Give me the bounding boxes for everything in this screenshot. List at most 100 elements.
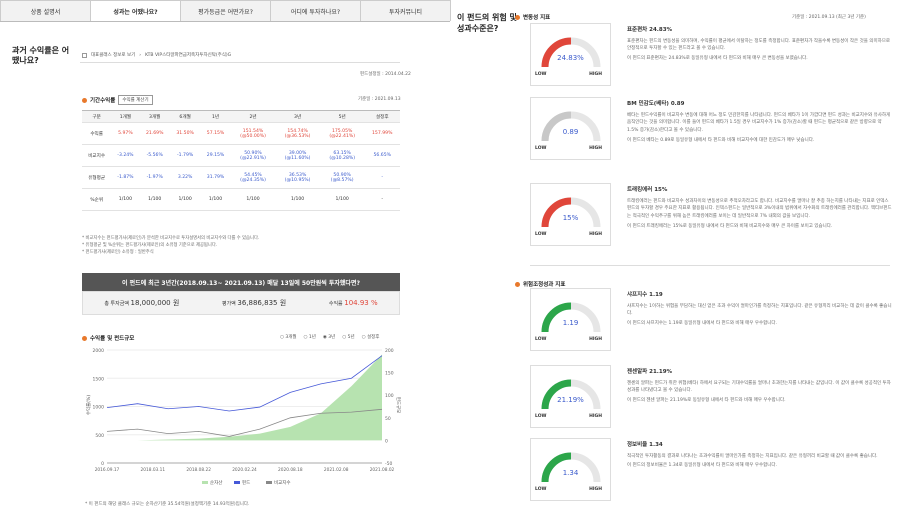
calc-button[interactable]: 수익률 계산기 [118, 95, 153, 105]
gauge-card: 1.34 LOW HIGH [530, 438, 611, 501]
bullet-icon [515, 281, 520, 287]
table-cell: - [364, 166, 400, 189]
gauge-low-label: LOW [535, 232, 547, 237]
metric-description: 샤프지수 1.19 샤프지수는 1이하는 위험을 부담하는 대신 얻은 초과 수익… [627, 292, 892, 328]
table-cell: -1.87% [111, 166, 140, 189]
note: * 유형평균 및 %순위는 펀드평가사(제로인)의 소유형 기준으로 제공됩니다… [82, 243, 218, 248]
column-header: 3년 [275, 110, 320, 123]
right-heading: 이 펀드의 위험 및 성과수준은? [457, 13, 517, 33]
metric-description: 정보비율 1.34 적극적인 투자활동의 결과로 나타나는 초과수익률이 얼마인가… [627, 442, 892, 470]
class-checkbox[interactable] [82, 52, 87, 58]
period-returns-title: 기간수익률 수익률 계산기 [82, 95, 153, 105]
gauge-card: 21.19% LOW HIGH [530, 365, 611, 428]
returns-table: 구분 1개월 3개월 6개월 1년 2년 3년 5년 설정후 수익률 5.97% 21.69% 31.… [82, 110, 400, 211]
period-radio[interactable]: ◉ 3년 [323, 334, 335, 340]
bullet-icon [82, 97, 87, 103]
gauge-value: 21.19% [557, 396, 584, 404]
gauge-value: 1.19 [562, 319, 579, 327]
gauge-card: 15% LOW HIGH [530, 183, 611, 246]
metric-summary: 이 펀드의 베타는 0.89로 동일유형 내에서 타 펀드와 비해 비교지수에 … [627, 137, 815, 143]
table-cell: 5.97% [111, 122, 140, 145]
legend-label: 펀드 [242, 479, 250, 486]
table-row: %순위 1/100 1/100 1/100 1/100 1/100 1/100 1/100- [82, 188, 400, 211]
tab-rating[interactable]: 평가등급은 어떤가요? [180, 0, 271, 21]
metric-title: 트래킹에러 15% [627, 187, 668, 193]
tab-holdings[interactable]: 어디에 투자하나요? [270, 0, 361, 21]
gauge-high-label: HIGH [589, 337, 602, 342]
period-radio[interactable]: ○ 설정후 [362, 334, 380, 340]
period-radio[interactable]: ○ 5년 [342, 334, 354, 340]
gauge-high-label: HIGH [589, 232, 602, 237]
gauge-low-label: LOW [535, 414, 547, 419]
table-cell: 1/100 [275, 188, 320, 211]
gauge-value: 1.34 [562, 469, 579, 477]
y2-axis-label: 펀드규모 [395, 397, 402, 414]
y-axis-label: 수익률(%) [85, 395, 92, 415]
table-cell: 1/100 [111, 188, 140, 211]
table-row: 비교지수 -3.24% -5.56% -1.79% 29.15% 50.90% (@22.… [82, 144, 400, 167]
base-date: 기준일 : 2021.09.13 [358, 97, 401, 102]
gauge-card: 24.83% LOW HIGH [530, 23, 611, 86]
table-cell: 31.79% [200, 166, 231, 189]
table-cell: -3.24% [111, 144, 140, 167]
y2-tick-label: 50 [385, 416, 391, 422]
x-tick-label: 2018.03.11 [141, 467, 166, 473]
table-cell: 50.90% (@22.91%) [230, 144, 276, 167]
period-radio[interactable]: ○ 1년 [304, 334, 316, 340]
period-radio[interactable]: ○ 3개월 [280, 334, 297, 340]
column-header: 3개월 [139, 110, 170, 123]
tab-performance[interactable]: 성과는 어땠나요? [90, 0, 181, 21]
column-header: 구분 [82, 110, 112, 123]
radio-label: 3년 [328, 335, 336, 340]
tab-community[interactable]: 투자커뮤니티 [360, 0, 451, 21]
table-cell: 39.00% (@11.60%) [275, 144, 320, 167]
y-tick-label: 500 [95, 433, 104, 439]
tab-product-doc[interactable]: 상품 설명서 [0, 0, 91, 21]
eval-value: 36,886,835 원 [237, 299, 287, 307]
metric-summary: 이 펀드의 샤프지수는 1.19로 동일유형 내에서 타 펀드와 비해 매우 우… [627, 321, 777, 327]
simulation-banner: 이 펀드에 최근 3년간(2018.09.13~ 2021.09.13) 매달 … [82, 273, 400, 291]
volatility-title: 변동성 지표 [515, 13, 550, 21]
series-area-assets [107, 354, 382, 441]
gauge-high-label: HIGH [589, 146, 602, 151]
legend-swatch [234, 481, 240, 484]
radio-label: 1년 [308, 335, 316, 340]
chevron-icon: › [139, 52, 142, 58]
metric-desc: 적극적인 투자활동의 결과로 나타나는 초과수익률이 얼마인가를 측정하는 지표… [627, 453, 878, 459]
risk-base-date: 기준일 : 2021.09.13 (최근 3년 기준) [792, 15, 866, 20]
metric-title: 정보비율 1.34 [627, 442, 663, 448]
y-tick-label: 2000 [93, 348, 105, 354]
x-tick-label: 2016.09.17 [95, 467, 120, 473]
metric-description: 젠센알파 21.19% 젠센의 알파는 펀드가 취한 위험(베타) 하에서 요구되… [627, 369, 892, 405]
y2-tick-label: 100 [385, 393, 394, 399]
paid-value: 18,000,000 원 [130, 299, 180, 307]
table-cell: 21.69% [139, 122, 170, 145]
simulation-result: 총 투자금액 18,000,000 원 평가액 36,886,835 원 수익률… [82, 291, 400, 315]
paid-label: 총 투자금액 [104, 301, 129, 307]
gauge-value: 0.89 [562, 128, 579, 136]
rate-value: 104.93 % [344, 299, 378, 307]
rate-label: 수익률 [328, 301, 343, 307]
bullet-icon [515, 14, 520, 20]
legend-swatch [266, 481, 272, 484]
y2-tick-label: 150 [385, 371, 394, 377]
table-cell: 54.45% (@24.35%) [230, 166, 276, 189]
eval-label: 평가액 [221, 301, 236, 307]
y2-tick-label: -50 [385, 461, 392, 467]
column-header: 5년 [319, 110, 365, 123]
column-header: 1개월 [111, 110, 140, 123]
table-cell: -1.97% [139, 166, 170, 189]
table-cell: -1.79% [169, 144, 201, 167]
bullet-icon [82, 335, 87, 341]
gauge-high-label: HIGH [589, 414, 602, 419]
radio-label: 5년 [347, 335, 355, 340]
legend-label: 비교지수 [274, 479, 291, 486]
table-cell: -5.56% [139, 144, 170, 167]
table-cell: 1/100 [200, 188, 231, 211]
table-cell: 31.50% [169, 122, 201, 145]
metric-summary: 이 펀드의 정보비율은 1.34로 동일유형 내에서 타 펀드와 비해 매우 우… [627, 463, 777, 469]
class-name: KTB VIP스타알파연금저축자투자신탁(주식)G [145, 53, 232, 58]
note: * 비교지수는 펀드평가사(제로인)가 분석한 비교지수로 투자설명서의 비교지… [82, 236, 260, 241]
y-tick-label: 1000 [93, 405, 105, 411]
column-header: 1년 [200, 110, 231, 123]
